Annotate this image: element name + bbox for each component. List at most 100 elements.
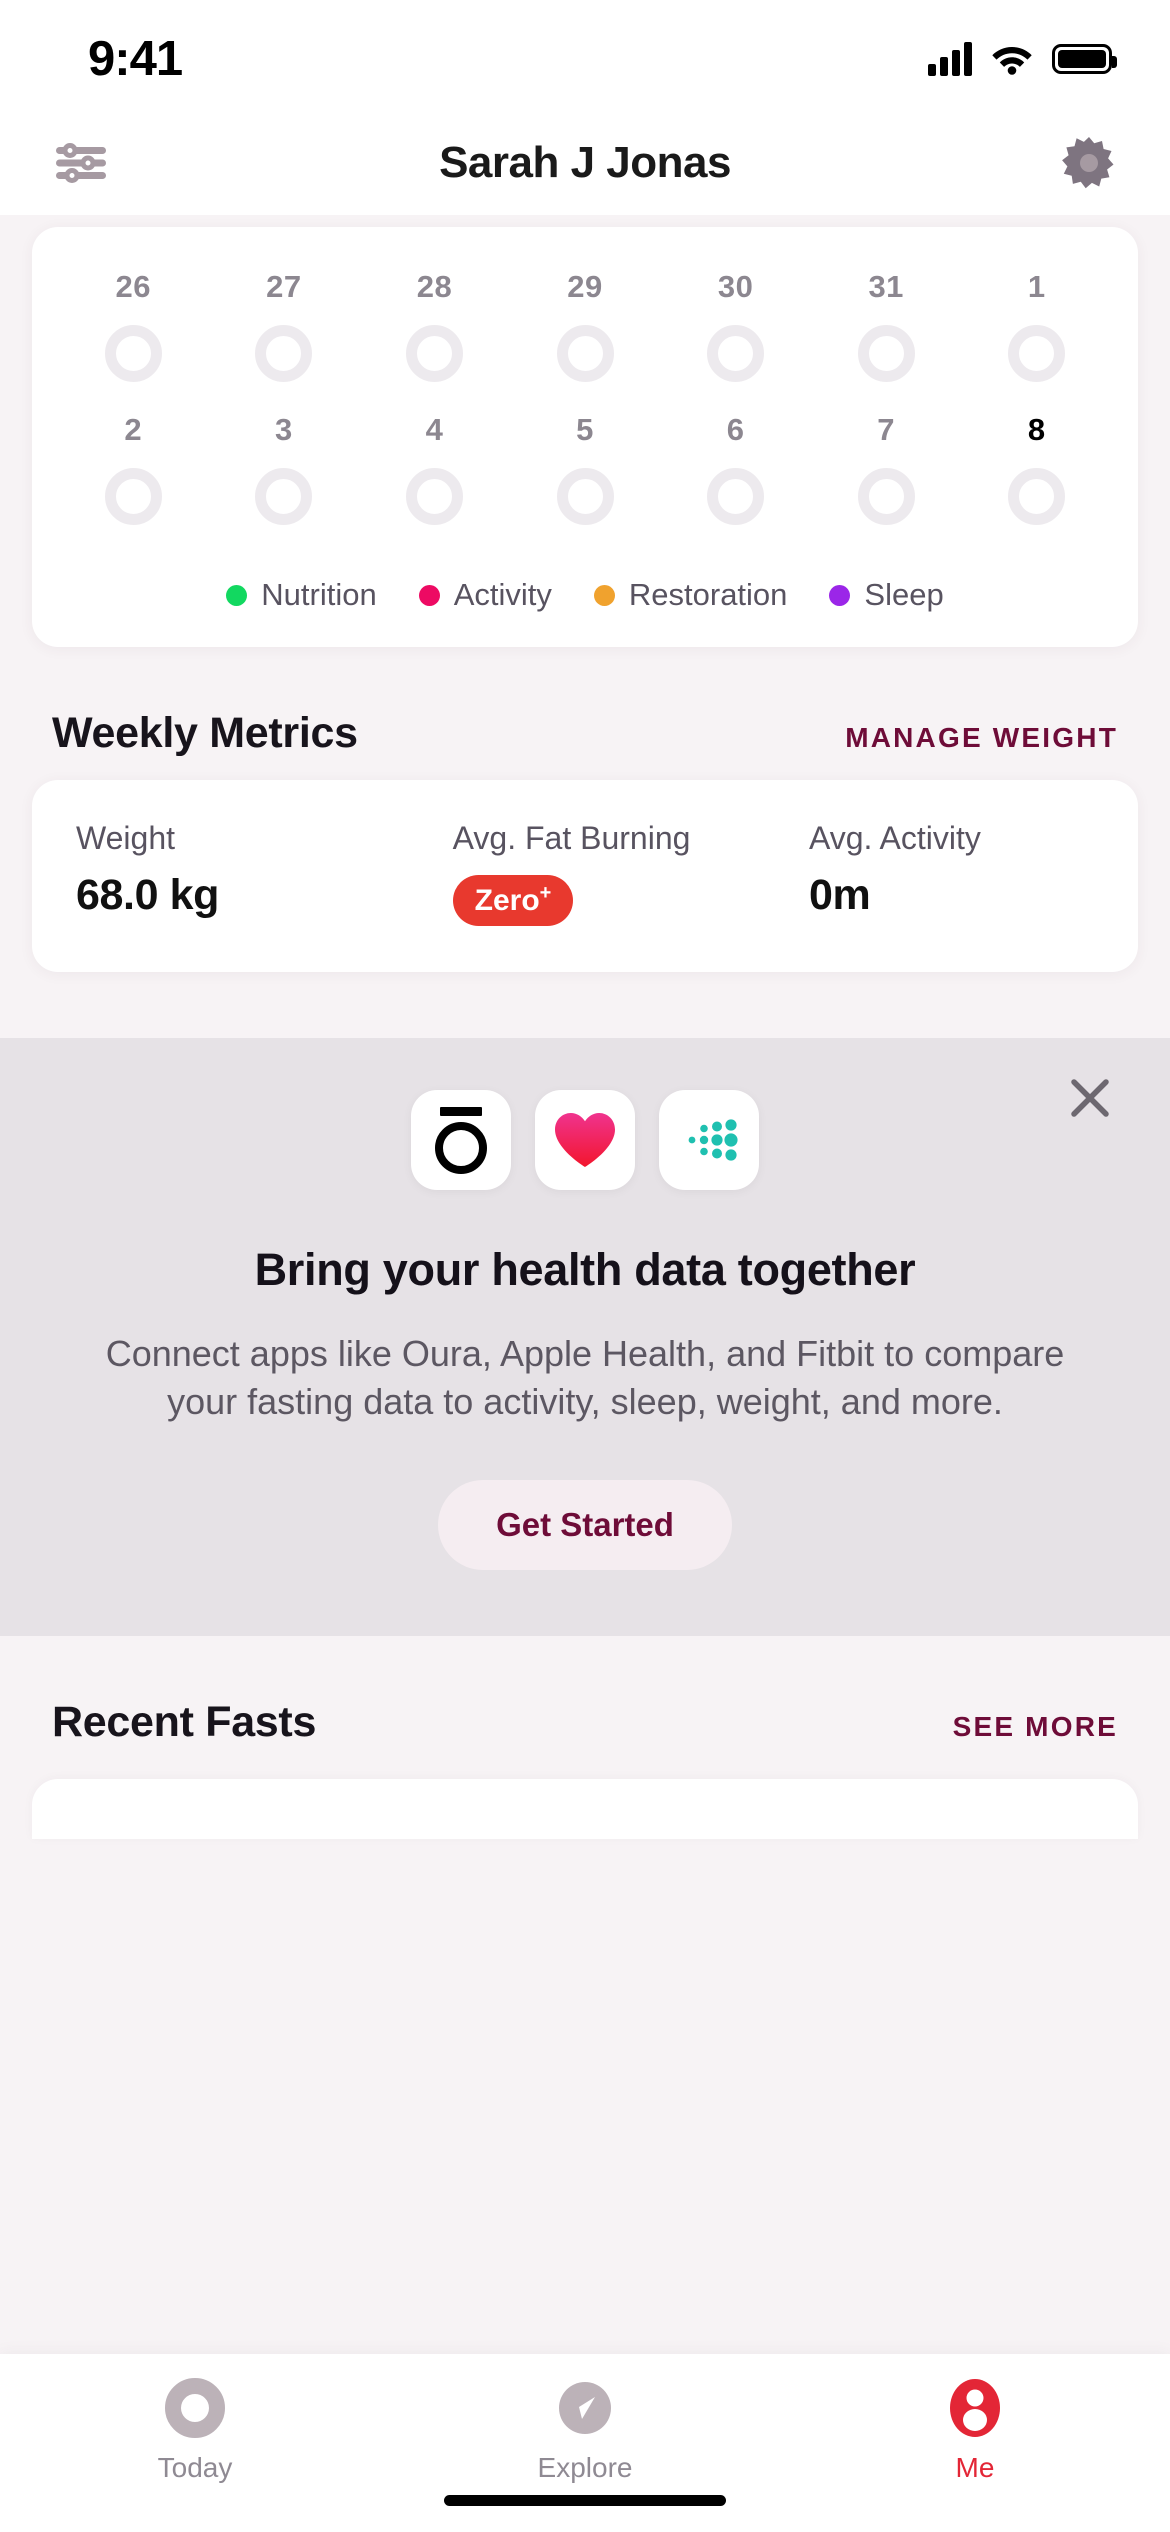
calendar-day-number: 30 <box>717 269 754 304</box>
compass-icon <box>553 2376 617 2440</box>
weekly-metrics-card: Weight 68.0 kg Avg. Fat Burning Zero+ Av… <box>32 780 1138 972</box>
recent-fasts-header: Recent Fasts SEE MORE <box>52 1698 1118 1747</box>
calendar-day-ring <box>104 468 162 525</box>
calendar-day-ring <box>1008 468 1066 525</box>
promo-body: Connect apps like Oura, Apple Health, an… <box>105 1333 1065 1422</box>
health-integration-promo: Bring your health data together Connect … <box>0 1038 1170 1636</box>
weekly-metrics-title: Weekly Metrics <box>52 709 358 757</box>
recent-fasts-card <box>32 1778 1138 1839</box>
sliders-icon[interactable] <box>52 134 110 192</box>
calendar-day-number: 29 <box>567 269 603 304</box>
legend-dot-icon <box>829 584 851 606</box>
legend-item-restoration: Restoration <box>593 577 788 613</box>
tab-me[interactable]: Me <box>780 2376 1170 2484</box>
calendar-day-ring <box>707 468 765 525</box>
calendar-day[interactable]: 30 <box>660 269 811 382</box>
calendar-day[interactable]: 1 <box>961 269 1112 382</box>
metric-weight: Weight 68.0 kg <box>76 820 453 926</box>
person-icon <box>943 2376 1007 2440</box>
calendar-day[interactable]: 5 <box>510 412 661 525</box>
calendar-day[interactable]: 7 <box>811 412 962 525</box>
calendar-day-number: 8 <box>1027 412 1046 447</box>
calendar-day-number: 6 <box>726 412 745 447</box>
calendar-day[interactable]: 26 <box>58 269 209 382</box>
get-started-button[interactable]: Get Started <box>438 1479 732 1570</box>
calendar-day-ring <box>1008 325 1066 382</box>
gear-icon[interactable] <box>1060 134 1118 192</box>
calendar-day-ring <box>405 325 463 382</box>
calendar-day-number: 27 <box>266 269 302 304</box>
calendar-day-ring <box>857 468 915 525</box>
calendar-day[interactable]: 28 <box>359 269 510 382</box>
calendar-day[interactable]: 31 <box>811 269 962 382</box>
apple-health-icon <box>553 1111 617 1169</box>
calendar-day[interactable]: 3 <box>209 412 360 525</box>
app-header: Sarah J Jonas <box>0 110 1170 215</box>
cellular-bars-icon <box>928 42 972 76</box>
tab-today[interactable]: Today <box>0 2376 390 2484</box>
calendar-day-ring <box>556 325 614 382</box>
see-more-link[interactable]: SEE MORE <box>953 1711 1118 1743</box>
fitbit-app-tile <box>659 1090 759 1190</box>
calendar-day[interactable]: 27 <box>209 269 360 382</box>
battery-full-icon <box>1052 44 1117 74</box>
promo-button-row: Get Started <box>0 1479 1170 1570</box>
legend-label: Nutrition <box>261 577 377 612</box>
tab-explore[interactable]: Explore <box>390 2376 780 2484</box>
calendar-day[interactable]: 29 <box>510 269 661 382</box>
main-content: 26 27 28 29 30 31 1 2 3 4 5 6 7 8 Nutrit… <box>0 227 1170 1839</box>
metric-label: Avg. Activity <box>808 820 981 856</box>
metric-avg-fat-burning: Avg. Fat Burning Zero+ <box>452 820 809 926</box>
status-bar-time: 9:41 <box>88 31 183 86</box>
legend-item-activity: Activity <box>418 577 552 613</box>
legend-label: Restoration <box>628 577 788 612</box>
metric-label: Weight <box>76 820 176 856</box>
calendar-day-ring <box>707 325 765 382</box>
badge-text: Zero <box>474 884 540 917</box>
calendar-day[interactable]: 2 <box>58 412 209 525</box>
metric-avg-activity: Avg. Activity 0m <box>809 820 1094 926</box>
badge-sup: + <box>539 882 552 904</box>
page-title: Sarah J Jonas <box>439 137 731 187</box>
calendar-week-row: 26 27 28 29 30 31 1 <box>58 269 1112 382</box>
calendar-day-ring <box>857 325 915 382</box>
calendar-day-today[interactable]: 8 <box>961 412 1112 525</box>
manage-weight-link[interactable]: MANAGE WEIGHT <box>845 722 1118 754</box>
status-bar: 9:41 <box>0 0 1170 110</box>
home-indicator <box>444 2495 726 2506</box>
close-icon[interactable] <box>1068 1076 1112 1120</box>
status-badge: Zero+ <box>452 875 574 926</box>
app-screen: 9:41 Sarah J Jonas 26 27 28 29 30 31 1 2… <box>0 0 1170 2532</box>
calendar-day-ring <box>405 468 463 525</box>
metric-value: 0m <box>808 871 871 919</box>
oura-icon <box>433 1107 489 1174</box>
legend-dot-icon <box>226 584 248 606</box>
tab-label: Me <box>955 2452 995 2483</box>
apple-health-app-tile <box>535 1090 635 1190</box>
legend-label: Activity <box>453 577 552 612</box>
legend-item-sleep: Sleep <box>829 577 944 613</box>
calendar-day-ring <box>255 325 313 382</box>
metric-value: 68.0 kg <box>76 871 220 919</box>
calendar-day-number: 26 <box>115 269 152 304</box>
fitbit-icon <box>678 1109 740 1171</box>
calendar-card: 26 27 28 29 30 31 1 2 3 4 5 6 7 8 Nutrit… <box>32 227 1138 647</box>
legend-dot-icon <box>418 584 440 606</box>
recent-fasts-title: Recent Fasts <box>52 1697 317 1746</box>
calendar-day-number: 7 <box>877 412 896 447</box>
today-ring-icon <box>163 2376 227 2440</box>
tab-label: Today <box>157 2452 233 2483</box>
calendar-day-number: 5 <box>576 412 594 447</box>
promo-app-icons <box>0 1090 1170 1190</box>
legend-item-nutrition: Nutrition <box>226 577 377 613</box>
calendar-day[interactable]: 4 <box>359 412 510 525</box>
calendar-day-number: 31 <box>868 269 904 304</box>
weekly-metrics-header: Weekly Metrics MANAGE WEIGHT <box>52 709 1118 758</box>
status-bar-indicators <box>928 34 1117 76</box>
calendar-day[interactable]: 6 <box>660 412 811 525</box>
legend-dot-icon <box>593 584 615 606</box>
oura-app-tile <box>411 1090 511 1190</box>
tab-label: Explore <box>537 2452 633 2483</box>
promo-title: Bring your health data together <box>254 1244 916 1295</box>
wifi-icon <box>991 43 1033 75</box>
